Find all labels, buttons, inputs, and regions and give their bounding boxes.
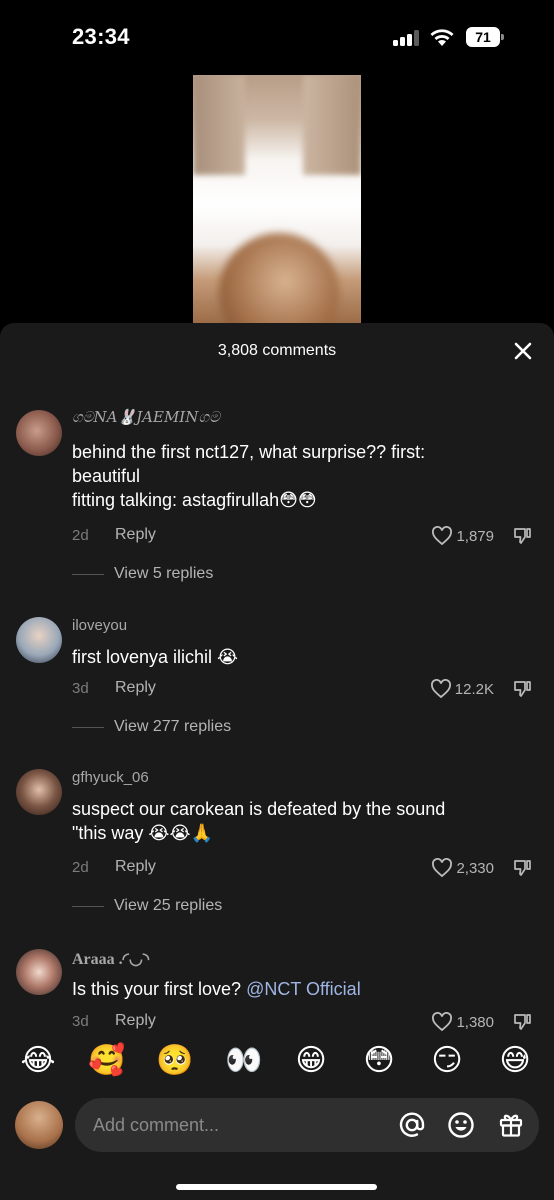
reply-button[interactable]: Reply [115, 1012, 156, 1030]
emoji-button[interactable]: 🥺 [156, 1043, 193, 1079]
like-count: 2,330 [456, 859, 494, 877]
close-icon[interactable] [510, 338, 536, 364]
view-replies-button[interactable]: View 277 replies [72, 718, 231, 736]
comment-username[interactable]: iloveyou [72, 617, 127, 634]
dislike-icon[interactable] [512, 679, 532, 699]
comment-age: 2d [72, 859, 89, 876]
emoji-button[interactable]: 😂 [20, 1043, 56, 1079]
heart-icon [430, 679, 451, 699]
comment-text: Is this your first love? @NCT Official [72, 979, 361, 999]
dislike-icon[interactable] [512, 1012, 532, 1032]
dislike-icon[interactable] [512, 526, 532, 546]
home-indicator[interactable] [176, 1184, 377, 1190]
mention-link[interactable]: @NCT Official [246, 979, 361, 999]
reply-button[interactable]: Reply [115, 858, 156, 876]
emoji-button[interactable]: 😅 [497, 1043, 533, 1079]
view-replies-button[interactable]: View 5 replies [72, 565, 213, 583]
comment-age: 2d [72, 527, 89, 544]
emoji-button[interactable]: 👀 [225, 1043, 262, 1079]
heart-icon [432, 1012, 453, 1032]
reply-button[interactable]: Reply [115, 679, 156, 697]
avatar[interactable] [15, 1101, 63, 1149]
comment-age: 3d [72, 680, 89, 697]
comment-input[interactable] [93, 1098, 393, 1152]
comments-count: 3,808 comments [217, 342, 337, 359]
like-button[interactable]: 2,330 [431, 858, 494, 878]
at-sign-icon[interactable] [397, 1110, 427, 1140]
comment-text: behind the first nct127, what surprise??… [72, 442, 426, 510]
comment-age: 3d [72, 1013, 89, 1030]
comment-input-container [75, 1098, 539, 1152]
heart-icon [432, 526, 453, 546]
like-button[interactable]: 12.2K [430, 679, 494, 699]
avatar[interactable] [16, 617, 62, 663]
comment-composer [0, 1098, 554, 1158]
comment-username[interactable]: gfhyuck_06 [72, 769, 149, 786]
avatar[interactable] [16, 410, 62, 456]
avatar[interactable] [16, 769, 62, 815]
battery-level: 71 [466, 27, 500, 47]
comment-text: first lovenya ilichil 😭 [72, 647, 239, 667]
cellular-signal-icon [393, 30, 421, 46]
view-replies-button[interactable]: View 25 replies [72, 897, 222, 915]
comment-username[interactable]: ගමNA🐰JAEMINගම [72, 408, 220, 426]
avatar[interactable] [16, 949, 62, 995]
like-count: 12.2K [454, 680, 494, 698]
battery-icon: 71 [466, 27, 504, 47]
video-preview[interactable] [193, 75, 361, 325]
dislike-icon[interactable] [512, 858, 532, 878]
like-count: 1,879 [456, 527, 494, 545]
emoji-button[interactable]: 😁 [293, 1043, 329, 1079]
status-time: 23:34 [72, 24, 130, 49]
emoji-icon[interactable] [446, 1110, 476, 1140]
gift-icon[interactable] [496, 1110, 526, 1140]
like-button[interactable]: 1,380 [431, 1012, 494, 1032]
heart-icon [432, 858, 453, 878]
emoji-button[interactable]: 😏 [429, 1043, 465, 1079]
like-button[interactable]: 1,879 [431, 526, 494, 546]
comment-text: suspect our carokean is defeated by the … [72, 799, 446, 843]
quick-emoji-bar: 😂 🥰 🥺 👀 😁 😳 😏 😅 [0, 1043, 554, 1083]
reply-button[interactable]: Reply [115, 526, 156, 544]
like-count: 1,380 [456, 1013, 494, 1031]
wifi-icon [430, 29, 454, 46]
emoji-button[interactable]: 😳 [361, 1043, 397, 1079]
emoji-button[interactable]: 🥰 [88, 1043, 125, 1079]
status-bar: 23:34 71 [0, 0, 554, 75]
comment-username[interactable]: Araaa .◜◡◝ [72, 949, 149, 969]
